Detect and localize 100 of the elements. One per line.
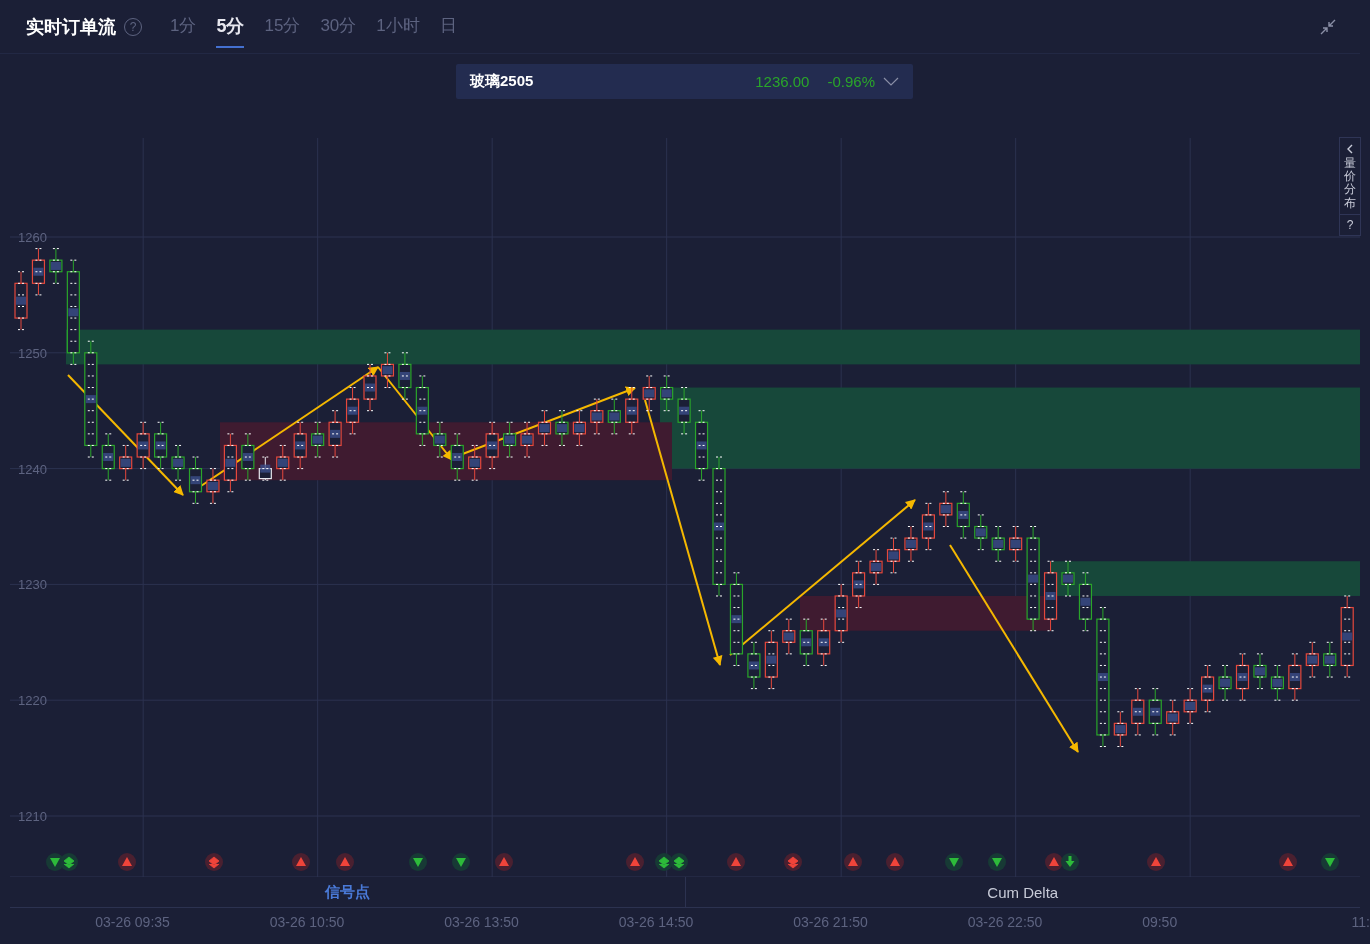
candle — [660, 375, 674, 412]
candle — [206, 468, 220, 504]
time-label: 03-26 09:35 — [95, 914, 170, 930]
time-label: 03-26 14:50 — [618, 914, 694, 930]
candle — [607, 398, 621, 435]
timeframe-tab[interactable]: 5分 — [216, 5, 245, 48]
candle — [921, 502, 935, 551]
candle — [1183, 688, 1197, 724]
indicator-tab[interactable]: 信号点 — [10, 877, 686, 907]
candle — [886, 537, 901, 574]
candle — [363, 363, 377, 412]
candle — [904, 526, 918, 562]
candle — [485, 421, 499, 470]
candle — [677, 387, 691, 435]
candle — [764, 630, 778, 690]
candle — [834, 583, 848, 643]
timeframe-tab[interactable]: 15分 — [264, 5, 301, 48]
timeframe-tab[interactable]: 日 — [439, 5, 457, 48]
symbol-selector[interactable]: 玻璃2505 1236.00 -0.96% — [456, 64, 913, 99]
candle — [1061, 560, 1075, 597]
candle — [694, 410, 709, 481]
candle — [293, 421, 307, 470]
candle — [956, 491, 970, 539]
candle — [468, 444, 482, 481]
side-panel[interactable]: 量价分布 ? — [1339, 137, 1361, 236]
candle — [1218, 664, 1232, 701]
layers-icon — [670, 853, 688, 871]
candle — [258, 456, 272, 481]
candle — [49, 248, 63, 284]
candle — [1288, 653, 1302, 701]
timeframe-tab[interactable]: 1分 — [170, 5, 197, 48]
candle — [1113, 711, 1127, 747]
candle — [817, 618, 831, 666]
candle — [852, 560, 866, 609]
candle — [991, 526, 1005, 562]
chevron-icon[interactable] — [1346, 144, 1354, 154]
candle — [241, 433, 255, 481]
candle — [31, 248, 46, 296]
candle — [537, 410, 552, 446]
candle — [1043, 560, 1058, 632]
candle — [555, 410, 569, 446]
candle — [520, 421, 534, 458]
candle — [869, 549, 883, 585]
candle — [799, 618, 813, 666]
candle — [1235, 653, 1250, 701]
candle — [1148, 688, 1162, 736]
candle — [1201, 664, 1215, 713]
candle — [572, 410, 586, 446]
candle — [1131, 688, 1145, 736]
candle — [345, 387, 360, 435]
layers-icon — [205, 853, 223, 871]
candle — [747, 641, 761, 690]
candle — [171, 444, 185, 481]
time-label: 03-26 13:50 — [444, 914, 519, 930]
candle — [380, 352, 395, 389]
candle — [433, 421, 447, 458]
candle — [14, 271, 28, 331]
price-label: 1240 — [18, 461, 47, 477]
candle — [223, 433, 237, 493]
candle — [311, 421, 325, 458]
side-panel-label[interactable]: 量价分布 — [1344, 157, 1356, 210]
time-label: 03-26 22:50 — [967, 914, 1043, 930]
time-label: 03-26 21:50 — [793, 914, 868, 930]
candle — [101, 433, 115, 481]
candle — [398, 352, 412, 400]
candle — [1009, 526, 1023, 562]
candle — [503, 421, 517, 458]
candle — [939, 491, 953, 527]
caret-icon — [883, 77, 899, 86]
help-button[interactable]: ? — [1340, 213, 1360, 235]
candle — [625, 387, 639, 435]
collapse-icon[interactable] — [1320, 18, 1336, 35]
candle — [276, 444, 290, 481]
panel-title: 实时订单流 — [26, 15, 116, 39]
time-label: 09:50 — [1142, 914, 1178, 930]
price-label: 1210 — [18, 809, 47, 824]
price-change: -0.96% — [827, 73, 875, 90]
candle — [782, 618, 796, 655]
candle — [415, 375, 429, 446]
timeframe-tab[interactable]: 30分 — [320, 5, 357, 48]
indicator-tab[interactable]: Cum Delta — [685, 877, 1360, 907]
candle — [188, 456, 203, 504]
candle — [1323, 641, 1337, 678]
candle — [1253, 653, 1267, 690]
candle — [1305, 641, 1319, 678]
price-label: 1230 — [18, 577, 47, 593]
timeframe-tab[interactable]: 1小时 — [376, 5, 420, 48]
candle — [328, 410, 342, 458]
symbol-name: 玻璃2505 — [470, 72, 534, 91]
candle — [1270, 664, 1284, 701]
time-label: 11: — [1351, 914, 1370, 930]
price-label: 1260 — [18, 230, 47, 245]
candle — [450, 433, 464, 481]
price-label: 1250 — [18, 345, 47, 361]
candle — [974, 514, 988, 551]
price-value: 1236.00 — [755, 73, 810, 90]
candle — [642, 375, 656, 412]
candle — [1166, 699, 1180, 736]
price-label: 1220 — [18, 693, 47, 709]
candle — [154, 421, 168, 470]
